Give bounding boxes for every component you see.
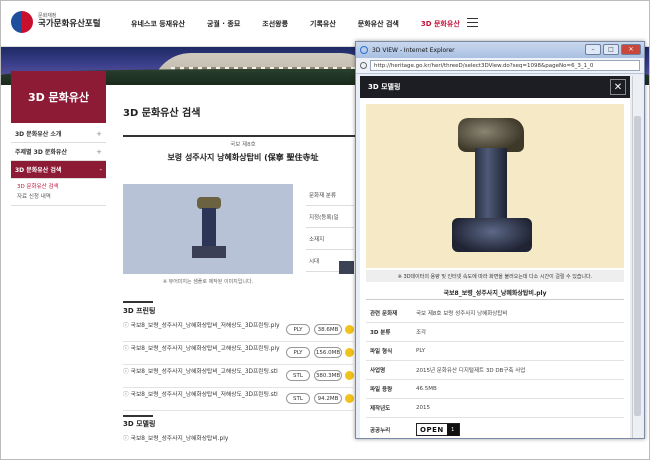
main-nav: 유네스코 등재유산 궁궐 · 종묘 조선왕릉 기록유산 문화유산 검색 3D 문… bbox=[131, 19, 482, 29]
popup-titlebar[interactable]: 3D VIEW - Internet Explorer – □ ✕ bbox=[356, 42, 644, 58]
minus-icon: - bbox=[99, 165, 102, 174]
url-field[interactable]: http://heritage.go.kr/heri/threeD/select… bbox=[370, 60, 640, 71]
internet-explorer-icon bbox=[360, 46, 368, 54]
taegeuk-logo-icon bbox=[11, 11, 33, 33]
file-row: 국보8_보령_성주사지_낭혜화상탑비.ply bbox=[123, 432, 353, 455]
sidebar-menu: 3D 문화유산 소개 + 주제별 3D 문화유산 + 3D 문화유산 검색 - … bbox=[11, 125, 106, 206]
logo-portal-name: 국가문화유산포털 bbox=[38, 18, 101, 29]
sidebar-item-themes[interactable]: 주제별 3D 문화유산 + bbox=[11, 143, 106, 161]
page-icon bbox=[360, 62, 367, 69]
nav-3d-heritage[interactable]: 3D 문화유산 bbox=[421, 19, 460, 29]
sidebar-submenu: 3D 문화유산 검색 자료 신청 내역 bbox=[11, 179, 106, 206]
sidebar-item-search[interactable]: 3D 문화유산 검색 - bbox=[11, 161, 106, 179]
plus-icon: + bbox=[96, 147, 102, 156]
meta-row: 파일 형식 PLY bbox=[366, 342, 624, 361]
meta-row-license: 공공누리 OPEN 1 bbox=[366, 418, 624, 438]
heritage-preview-image[interactable] bbox=[123, 184, 293, 274]
title-divider bbox=[123, 135, 363, 137]
file-size-badge: 156.0MB bbox=[314, 347, 342, 358]
file-row: 국보8_보령_성주사지_낭혜화상탑비_저해상도_3D프린팅.ply PLY 38… bbox=[123, 319, 354, 342]
minimize-button[interactable]: – bbox=[585, 44, 601, 55]
nav-royal-tombs[interactable]: 조선왕릉 bbox=[262, 19, 288, 29]
stele-body bbox=[475, 148, 507, 228]
sidebar-item-intro[interactable]: 3D 문화유산 소개 + bbox=[11, 125, 106, 143]
nav-palaces[interactable]: 궁궐 · 종묘 bbox=[207, 19, 240, 29]
nav-unesco[interactable]: 유네스코 등재유산 bbox=[131, 19, 185, 29]
file-name: 국보8_보령_성주사지_낭혜화상탑비.ply bbox=[123, 435, 281, 443]
section-3d-print: 3D 프린팅 bbox=[123, 307, 156, 315]
kogl-license-badge[interactable]: OPEN 1 bbox=[416, 423, 460, 436]
3d-model-viewer[interactable] bbox=[366, 104, 624, 268]
file-row: 국보8_보령_성주사지_낭혜화상탑비_저해상도_3D프린팅.stl STL 94… bbox=[123, 388, 354, 411]
section-divider bbox=[123, 415, 153, 417]
popup-header: 3D 모델링 ✕ bbox=[360, 76, 630, 98]
file-name: 국보8_보령_성주사지_낭혜화상탑비_고해상도_3D프린팅.stl bbox=[123, 368, 281, 376]
download-icon[interactable] bbox=[345, 371, 354, 380]
model-meta-table: 관련 문화재 국보 제8호 보령 성주사지 낭혜화상탑비 3D 분류 조각 파일… bbox=[366, 304, 624, 438]
stele-base bbox=[452, 218, 532, 252]
file-name: 국보8_보령_성주사지_낭혜화상탑비_고해상도_3D프린팅.ply bbox=[123, 345, 281, 353]
hidden-button[interactable] bbox=[339, 261, 354, 274]
sidebar-title: 3D 문화유산 bbox=[11, 71, 106, 123]
page-title: 3D 문화유산 검색 bbox=[123, 108, 201, 119]
download-icon[interactable] bbox=[345, 394, 354, 403]
file-format-badge: PLY bbox=[286, 324, 310, 335]
section-divider bbox=[123, 301, 153, 303]
popup-window-title: 3D VIEW - Internet Explorer bbox=[372, 46, 455, 54]
meta-row: 사업명 2015년 문화유산 디지털제트 3D DB구축 사업 bbox=[366, 361, 624, 380]
sidebar-sub-search[interactable]: 3D 문화유산 검색 bbox=[17, 182, 100, 192]
treasure-name: 보령 성주사지 낭혜화상탑비 (保寧 聖住寺址 bbox=[167, 153, 319, 162]
sidebar-sub-requests[interactable]: 자료 신청 내역 bbox=[17, 192, 100, 202]
info-label: 지정(등록)일 bbox=[306, 206, 354, 228]
file-format-badge: STL bbox=[286, 393, 310, 404]
download-icon[interactable] bbox=[345, 348, 354, 357]
model-file-title: 국보8_보령_성주사지_낭혜화상탑비.ply bbox=[366, 286, 624, 300]
nav-documentary[interactable]: 기록유산 bbox=[310, 19, 336, 29]
address-bar: http://heritage.go.kr/heri/threeD/select… bbox=[356, 58, 644, 74]
treasure-number: 국보 제8호 bbox=[230, 142, 256, 148]
file-row: 국보8_보령_성주사지_낭혜화상탑비_고해상도_3D프린팅.stl STL 38… bbox=[123, 365, 354, 388]
loading-note: ※ 3D데이터의 용량 및 인터넷 속도에 따라 화면을 불러오는데 다소 시간… bbox=[366, 270, 624, 282]
scrollbar-thumb[interactable] bbox=[634, 116, 641, 416]
file-size-badge: 380.3MB bbox=[314, 370, 342, 381]
window-close-button[interactable]: ✕ bbox=[621, 44, 641, 55]
popup-scrollbar[interactable] bbox=[632, 76, 642, 438]
nav-heritage-search[interactable]: 문화유산 검색 bbox=[358, 19, 399, 29]
file-name: 국보8_보령_성주사지_낭혜화상탑비_저해상도_3D프린팅.ply bbox=[123, 322, 281, 330]
info-label: 문화재 분류 bbox=[306, 184, 354, 206]
maximize-button[interactable]: □ bbox=[603, 44, 619, 55]
heritage-info-table: 문화재 분류 지정(등록)일 소재지 시대 bbox=[306, 184, 354, 272]
plus-icon: + bbox=[96, 129, 102, 138]
file-format-badge: STL bbox=[286, 370, 310, 381]
file-format-badge: PLY bbox=[286, 347, 310, 358]
download-icon[interactable] bbox=[345, 325, 354, 334]
meta-row: 제작년도 2015 bbox=[366, 399, 624, 418]
file-name: 국보8_보령_성주사지_낭혜화상탑비_저해상도_3D프린팅.stl bbox=[123, 391, 281, 399]
section-3d-model: 3D 모델링 bbox=[123, 420, 156, 428]
site-logo[interactable]: 문화재청 국가문화유산포털 bbox=[11, 11, 101, 33]
meta-row: 관련 문화재 국보 제8호 보령 성주사지 낭혜화상탑비 bbox=[366, 304, 624, 323]
info-label: 소재지 bbox=[306, 228, 354, 250]
file-size-badge: 94.2MB bbox=[314, 393, 342, 404]
close-icon[interactable]: ✕ bbox=[610, 79, 626, 95]
meta-row: 파일 용량 46.5MB bbox=[366, 380, 624, 399]
popup-content: 3D 모델링 ✕ ※ 3D데이터의 용량 및 인터넷 속도에 따라 화면을 불러… bbox=[360, 76, 630, 438]
file-row: 국보8_보령_성주사지_낭혜화상탑비_고해상도_3D프린팅.ply PLY 15… bbox=[123, 342, 354, 365]
browser-page: 문화재청 국가문화유산포털 유네스코 등재유산 궁궐 · 종묘 조선왕릉 기록유… bbox=[0, 0, 650, 460]
stele-capstone bbox=[458, 118, 524, 152]
popup-window: 3D VIEW - Internet Explorer – □ ✕ http:/… bbox=[355, 41, 645, 439]
file-size-badge: 38.6MB bbox=[314, 324, 342, 335]
popup-title: 3D 모델링 bbox=[368, 83, 401, 91]
menu-icon[interactable] bbox=[467, 18, 478, 27]
meta-row: 3D 분류 조각 bbox=[366, 323, 624, 342]
preview-caption: ※ 뷰어미지는 샘플로 제작된 이미지입니다. bbox=[162, 279, 254, 285]
